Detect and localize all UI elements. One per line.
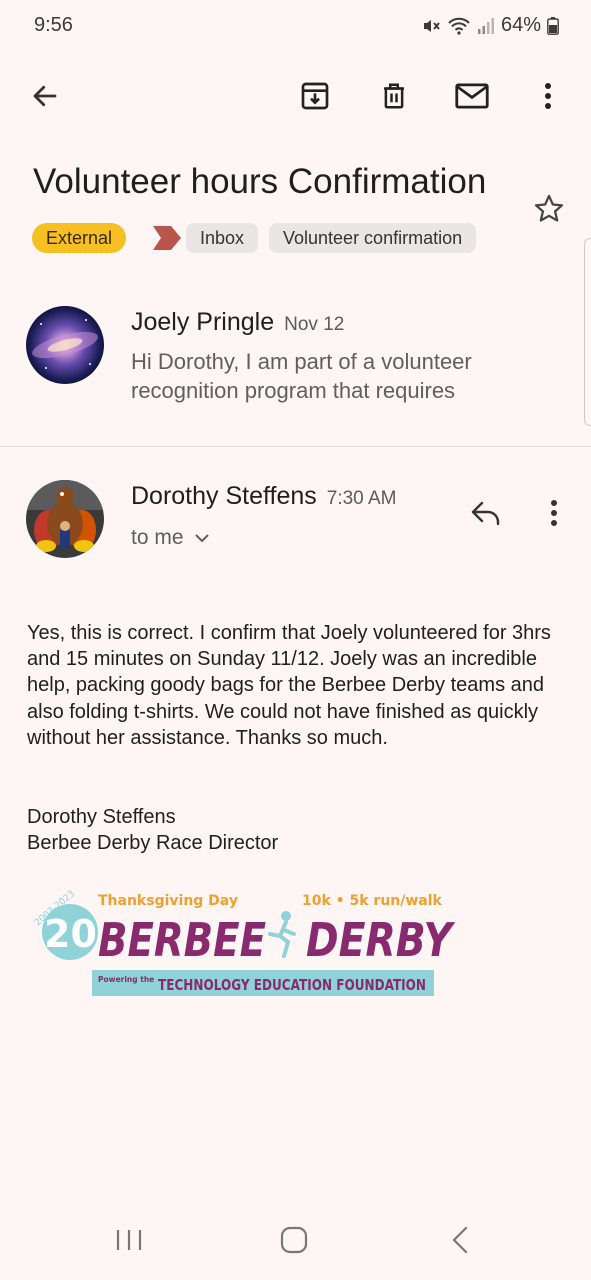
- message-snippet[interactable]: Hi Dorothy, I am part of a volunteer rec…: [131, 347, 551, 405]
- trash-icon: [384, 83, 404, 109]
- message-header-joely[interactable]: Joely Pringle Nov 12: [131, 308, 344, 337]
- sender-name: Joely Pringle: [131, 308, 275, 336]
- status-time: 9:56: [34, 14, 73, 36]
- logo-powering: Powering the: [98, 975, 154, 984]
- email-subject: Volunteer hours Confirmation: [33, 162, 487, 201]
- archive-button[interactable]: [291, 72, 339, 120]
- logo-name-left: BERBEE: [98, 913, 266, 967]
- arrow-left-icon: [33, 85, 57, 107]
- signature-title: Berbee Derby Race Director: [27, 832, 279, 855]
- logo-day: Thanksgiving Day: [98, 893, 238, 909]
- recents-button[interactable]: [114, 1222, 144, 1263]
- back-button[interactable]: [21, 72, 69, 120]
- mark-unread-button[interactable]: [448, 72, 496, 120]
- message-body: Yes, this is correct. I confirm that Joe…: [27, 620, 572, 751]
- archive-icon: [301, 82, 329, 110]
- home-button[interactable]: [279, 1222, 309, 1263]
- avatar-joely[interactable]: [26, 306, 104, 384]
- avatar-dorothy[interactable]: [26, 480, 104, 558]
- runner-icon: [268, 911, 296, 958]
- chevron-left-icon: [452, 1226, 468, 1254]
- divider: [0, 446, 591, 447]
- message-body-text: Yes, this is correct. I confirm that Joe…: [27, 622, 551, 749]
- star-icon: [534, 194, 564, 222]
- recipient-text: to me: [131, 526, 184, 549]
- logo-number: 20: [44, 912, 97, 956]
- mute-icon: [423, 19, 440, 32]
- recipient-details[interactable]: to me: [131, 526, 210, 550]
- more-vert-icon: [551, 500, 557, 526]
- more-vert-icon: [545, 83, 551, 109]
- volunteer-confirmation-label[interactable]: Volunteer confirmation: [269, 223, 477, 253]
- sender-name: Dorothy Steffens: [131, 482, 317, 510]
- wifi-icon: [448, 17, 470, 35]
- recents-icon: [116, 1230, 142, 1250]
- star-button[interactable]: [532, 192, 566, 231]
- chevron-down-icon: [194, 534, 209, 543]
- more-options-button[interactable]: [524, 72, 572, 120]
- battery-percent: 64%: [500, 14, 541, 36]
- signature-name: Dorothy Steffens: [27, 806, 176, 828]
- message-date: Nov 12: [284, 314, 345, 335]
- battery-icon: [547, 16, 559, 35]
- message-time: 7:30 AM: [326, 488, 397, 509]
- importance-marker-icon: [153, 226, 181, 250]
- home-icon: [280, 1226, 308, 1254]
- delete-button[interactable]: [370, 72, 418, 120]
- logo-foundation: TECHNOLOGY EDUCATION FOUNDATION: [158, 976, 426, 994]
- message-more-button[interactable]: [530, 489, 578, 537]
- logo-race: 10k • 5k run/walk: [302, 893, 443, 909]
- mail-icon: [455, 83, 489, 109]
- reply-icon: [471, 501, 500, 526]
- status-icons: 64%: [421, 14, 559, 37]
- inbox-label[interactable]: Inbox: [186, 223, 259, 253]
- nav-back-button[interactable]: [446, 1222, 476, 1263]
- signal-icon: [477, 17, 494, 34]
- message-header-dorothy[interactable]: Dorothy Steffens 7:30 AM: [131, 482, 396, 511]
- scrollbar[interactable]: [584, 238, 591, 426]
- signature: Dorothy Steffens Berbee Derby Race Direc…: [27, 804, 278, 856]
- reply-button[interactable]: [462, 489, 510, 537]
- external-label: External: [32, 223, 127, 253]
- logo-name-right: DERBY: [306, 913, 456, 967]
- berbee-derby-logo: 2003-2023 20 Thanksgiving Day 10k • 5k r…: [30, 888, 460, 1000]
